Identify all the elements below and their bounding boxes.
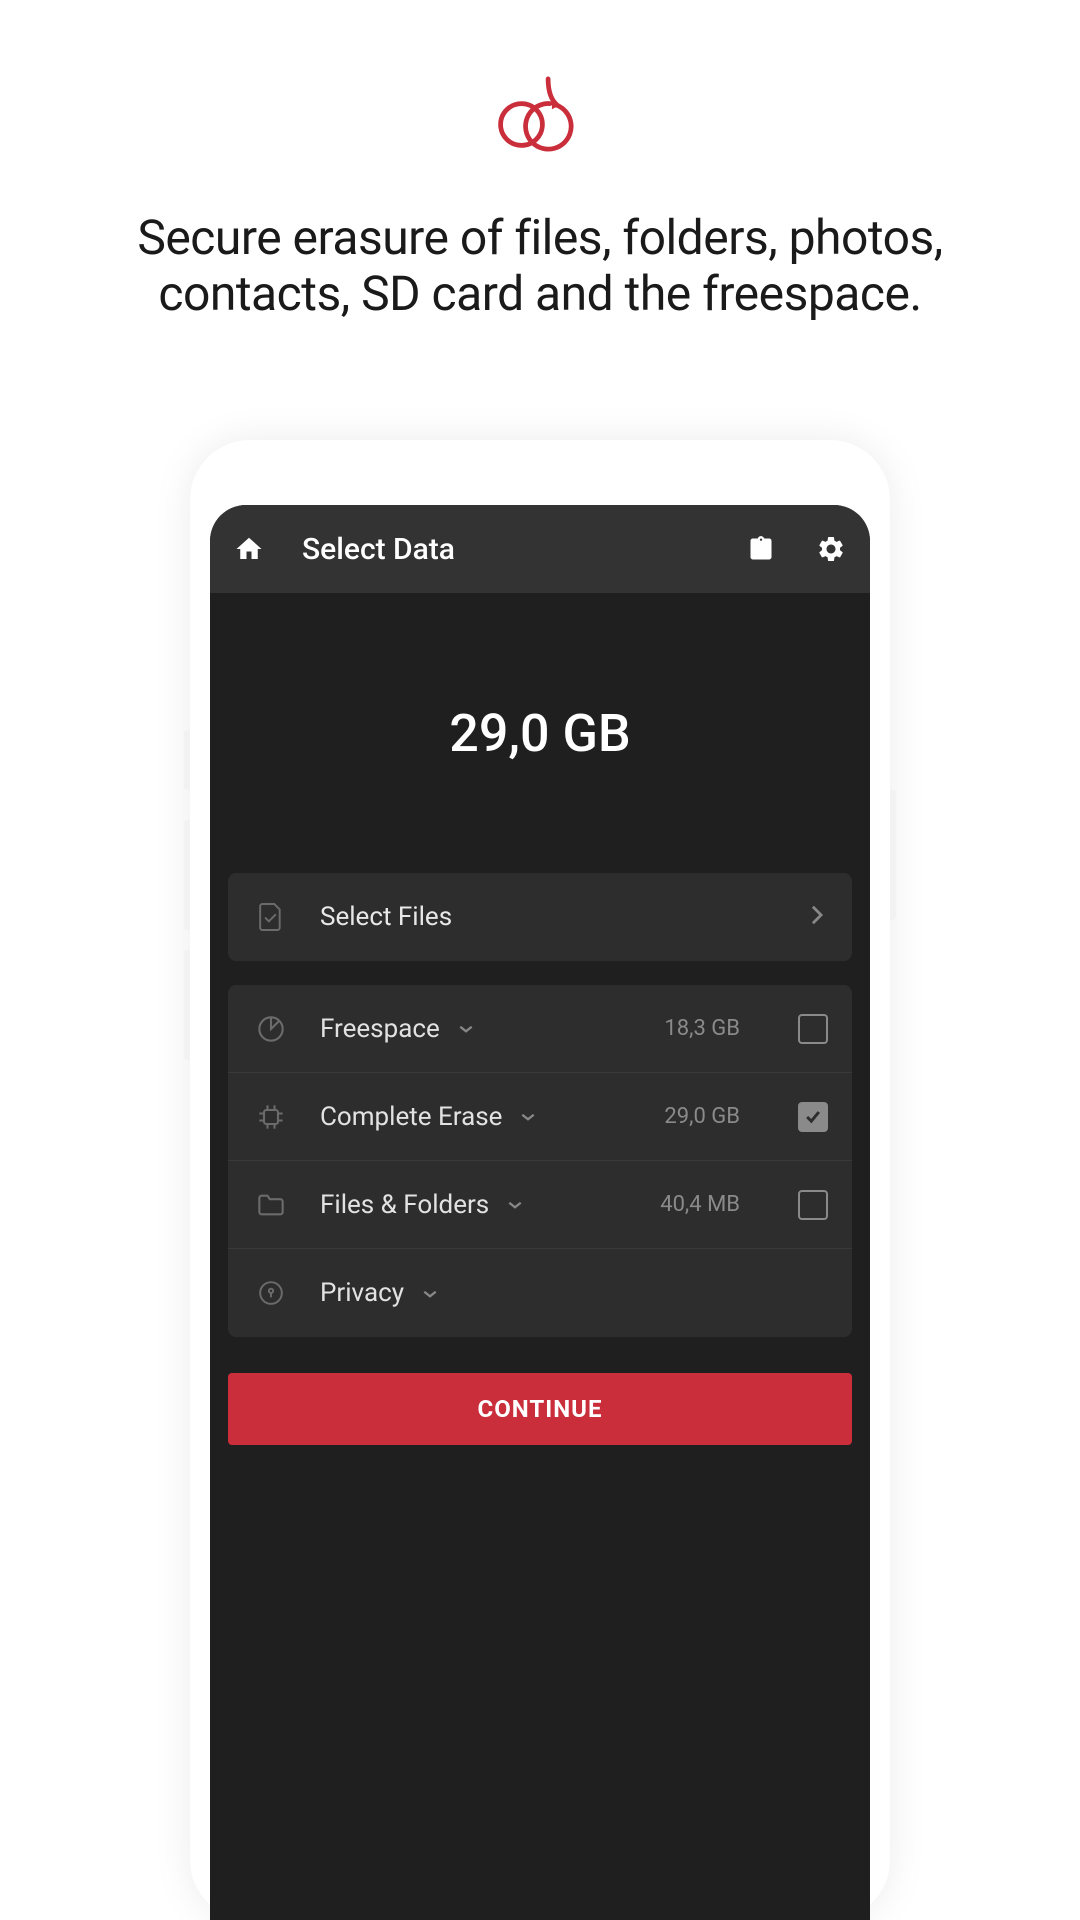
option-label: Freespace bbox=[320, 1014, 440, 1044]
app-bar: Select Data bbox=[210, 505, 870, 593]
app-screen: Select Data 29,0 GB Select Files bbox=[210, 505, 870, 1920]
option-size: 40,4 MB bbox=[660, 1192, 740, 1217]
pie-icon bbox=[256, 1014, 286, 1044]
phone-mockup: Select Data 29,0 GB Select Files bbox=[190, 440, 890, 1920]
brand-logo bbox=[0, 0, 1080, 155]
option-label: Privacy bbox=[320, 1278, 404, 1308]
appbar-title: Select Data bbox=[302, 532, 708, 567]
clipboard-icon[interactable] bbox=[744, 532, 778, 566]
folder-icon bbox=[256, 1190, 286, 1220]
option-freespace[interactable]: Freespace 18,3 GB bbox=[228, 985, 852, 1073]
lock-icon bbox=[256, 1278, 286, 1308]
option-size: 18,3 GB bbox=[664, 1016, 740, 1041]
chevron-down-icon bbox=[422, 1284, 438, 1303]
chevron-down-icon bbox=[520, 1107, 536, 1126]
options-list: Freespace 18,3 GB Complete Erase bbox=[228, 985, 852, 1337]
storage-size-label: 29,0 GB bbox=[449, 703, 630, 764]
checkbox[interactable] bbox=[798, 1014, 828, 1044]
tagline-text: Secure erasure of files, folders, photos… bbox=[0, 155, 1080, 322]
option-label: Complete Erase bbox=[320, 1102, 502, 1132]
gear-icon[interactable] bbox=[814, 532, 848, 566]
chevron-down-icon bbox=[507, 1195, 523, 1214]
option-size: 29,0 GB bbox=[664, 1104, 740, 1129]
option-files-folders[interactable]: Files & Folders 40,4 MB bbox=[228, 1161, 852, 1249]
select-files-row[interactable]: Select Files bbox=[228, 873, 852, 961]
option-privacy[interactable]: Privacy bbox=[228, 1249, 852, 1337]
logo-icon bbox=[493, 75, 588, 155]
continue-label: CONTINUE bbox=[478, 1395, 603, 1423]
checkbox[interactable] bbox=[798, 1190, 828, 1220]
checkbox-checked[interactable] bbox=[798, 1102, 828, 1132]
chevron-down-icon bbox=[458, 1019, 474, 1038]
select-files-label: Select Files bbox=[320, 902, 776, 932]
chip-icon bbox=[256, 1102, 286, 1132]
storage-hero: 29,0 GB bbox=[210, 593, 870, 873]
continue-button[interactable]: CONTINUE bbox=[228, 1373, 852, 1445]
chevron-right-icon bbox=[810, 904, 824, 930]
home-icon[interactable] bbox=[232, 532, 266, 566]
option-complete-erase[interactable]: Complete Erase 29,0 GB bbox=[228, 1073, 852, 1161]
file-check-icon bbox=[256, 902, 286, 932]
option-label: Files & Folders bbox=[320, 1190, 489, 1220]
